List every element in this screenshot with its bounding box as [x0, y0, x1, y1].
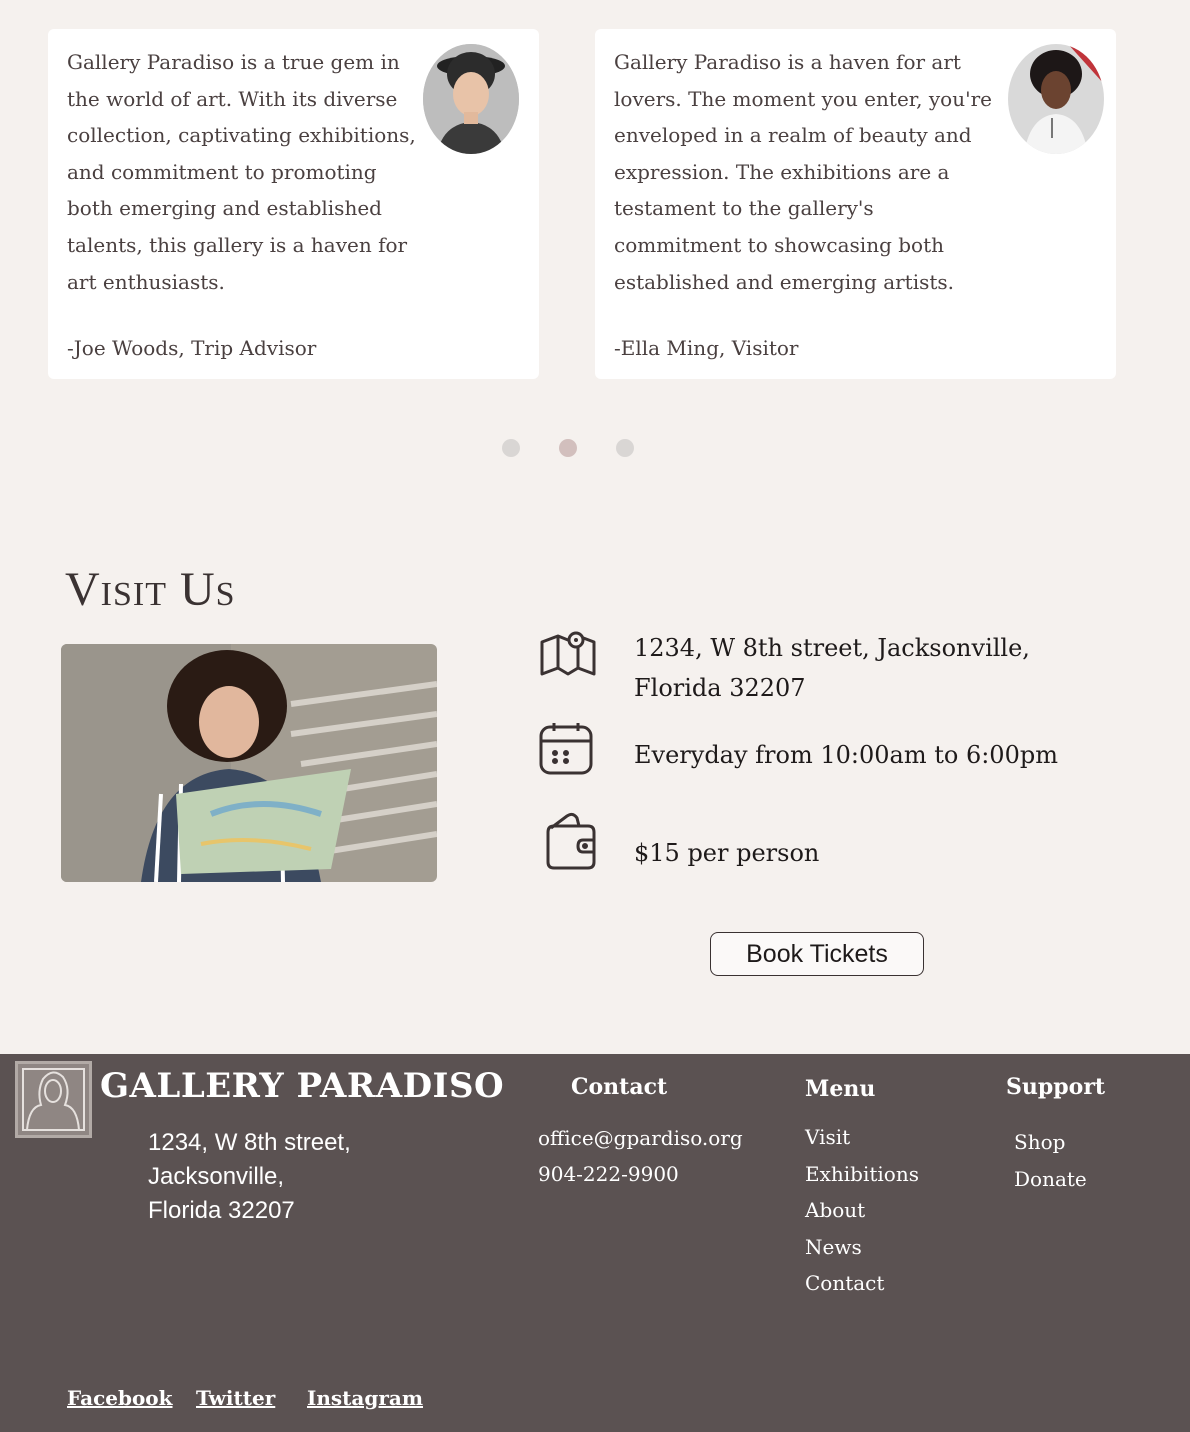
twitter-link[interactable]: Twitter	[196, 1386, 275, 1410]
price-text: $15 per person	[634, 839, 820, 867]
footer-menu: Visit Exhibitions About News Contact	[805, 1119, 919, 1302]
calendar-icon	[538, 721, 594, 781]
reviewer-avatar	[1008, 44, 1104, 154]
carousel-dot[interactable]	[559, 439, 577, 457]
footer-support-item-donate[interactable]: Donate	[1014, 1161, 1087, 1198]
footer-menu-item-news[interactable]: News	[805, 1229, 919, 1266]
reviewer-avatar	[423, 44, 519, 154]
map-pin-icon	[540, 630, 596, 682]
contact-heading: Contact	[571, 1074, 668, 1100]
footer-menu-item-about[interactable]: About	[805, 1192, 919, 1229]
section-title: Visit Us	[65, 563, 236, 616]
support-heading: Support	[1006, 1074, 1106, 1100]
testimonial-text: Gallery Paradiso is a true gem in the wo…	[67, 50, 416, 294]
menu-heading: Menu	[805, 1076, 876, 1102]
instagram-link[interactable]: Instagram	[307, 1386, 423, 1410]
wallet-icon	[545, 812, 597, 876]
visitor-photo	[61, 644, 437, 882]
footer-menu-item-exhibitions[interactable]: Exhibitions	[805, 1156, 919, 1193]
testimonial-author: -Joe Woods, Trip Advisor	[67, 336, 317, 360]
hours-text: Everyday from 10:00am to 6:00pm	[634, 741, 1058, 769]
carousel-dot[interactable]	[616, 439, 634, 457]
address-text: 1234, W 8th street, Jacksonville, Florid…	[634, 634, 1030, 702]
site-footer: GALLERY PARADISO 1234, W 8th street, Jac…	[0, 1054, 1190, 1432]
footer-support-item-shop[interactable]: Shop	[1014, 1124, 1087, 1161]
gallery-logo-icon[interactable]	[15, 1061, 92, 1138]
footer-menu-item-visit[interactable]: Visit	[805, 1119, 919, 1156]
testimonial-card: Gallery Paradiso is a true gem in the wo…	[48, 29, 539, 379]
footer-address: 1234, W 8th street, Jacksonville, Florid…	[148, 1129, 351, 1224]
contact-phone[interactable]: 904-222-9900	[538, 1162, 679, 1186]
testimonial-author: -Ella Ming, Visitor	[614, 336, 799, 360]
footer-brand[interactable]: GALLERY PARADISO	[100, 1066, 504, 1106]
footer-support: Shop Donate	[1014, 1124, 1087, 1197]
book-tickets-button[interactable]: Book Tickets	[710, 932, 924, 976]
carousel-dot[interactable]	[502, 439, 520, 457]
facebook-link[interactable]: Facebook	[67, 1386, 173, 1410]
footer-menu-item-contact[interactable]: Contact	[805, 1265, 919, 1302]
testimonial-text: Gallery Paradiso is a haven for art love…	[614, 50, 992, 294]
testimonial-card: Gallery Paradiso is a haven for art love…	[595, 29, 1116, 379]
contact-email[interactable]: office@gpardiso.org	[538, 1126, 743, 1150]
